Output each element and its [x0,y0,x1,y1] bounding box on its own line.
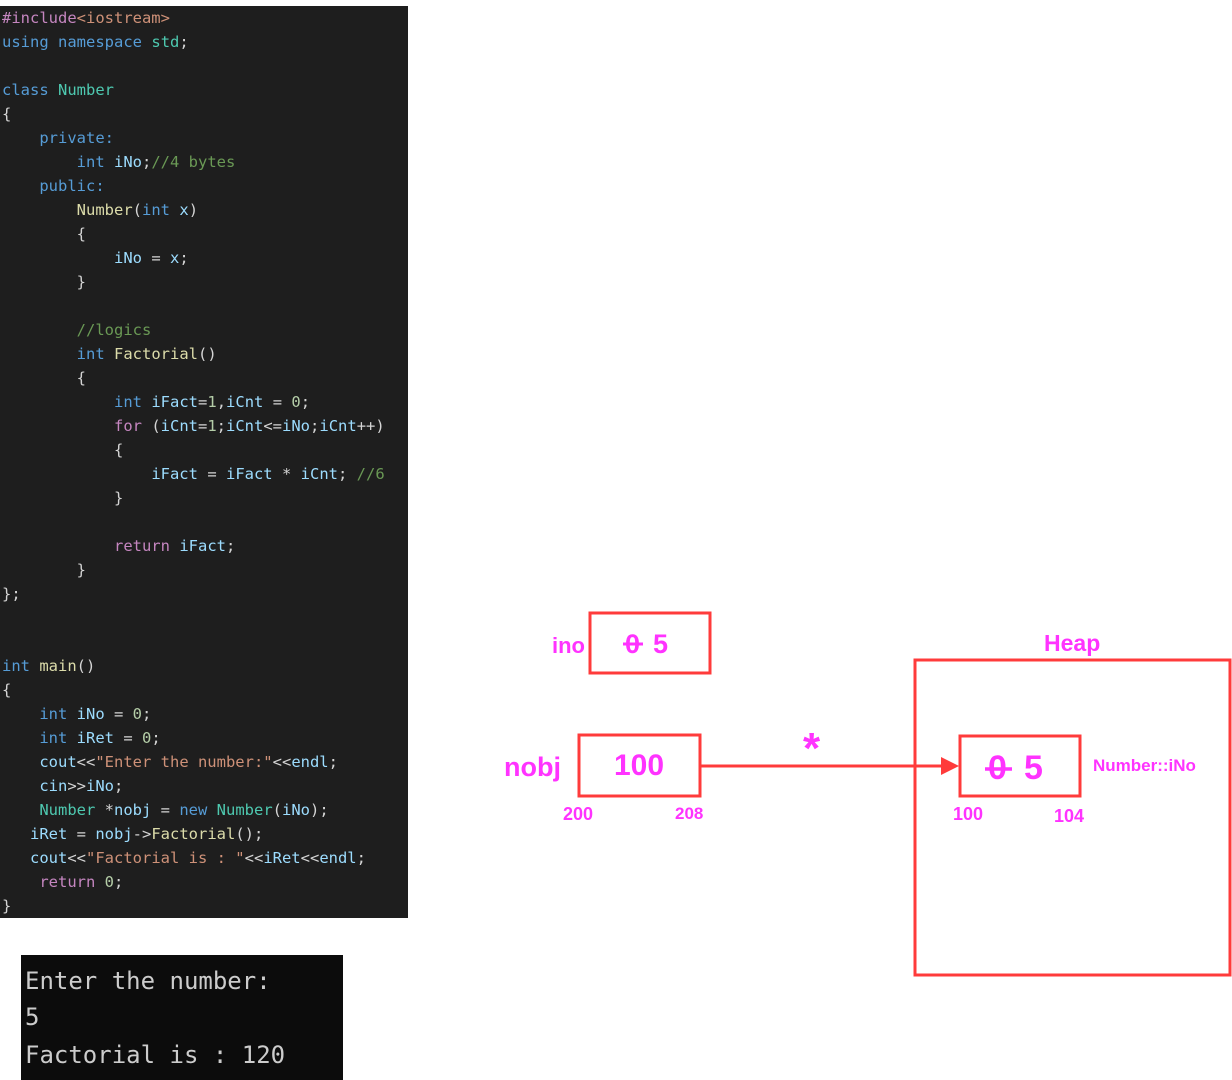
nobj-addr-start: 200 [563,804,593,824]
pointer-arrowhead [941,757,959,775]
dereference-symbol: * [803,724,821,773]
heap-label: Heap [1044,630,1100,656]
heap-addr-end: 104 [1054,806,1084,826]
heap-addr-start: 100 [953,804,983,824]
nobj-value: 100 [614,749,664,782]
heap-object-box [958,734,1082,798]
heap-member-label: Number::iNo [1093,756,1196,775]
nobj-label: nobj [504,752,561,782]
memory-diagram: ino 0 5 nobj 100 200 208 * Heap 0 5 Numb… [504,611,1232,977]
heap-member-new-value: 5 [1024,749,1043,787]
ino-new-value: 5 [653,629,668,659]
ino-label: ino [552,633,585,658]
ino-box [588,611,712,675]
nobj-addr-end: 208 [675,804,703,823]
